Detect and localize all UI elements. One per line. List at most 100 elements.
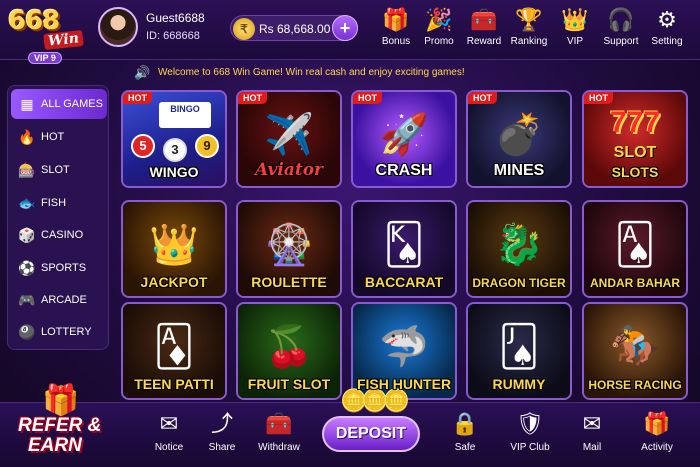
deposit-label: DEPOSIT xyxy=(322,416,420,452)
bomb-icon: 💣 xyxy=(494,113,544,157)
vip-level-badge: VIP 9 xyxy=(28,52,62,64)
playing-cards-icon: 🂫 xyxy=(498,325,540,369)
sidebar-item-label: ALL GAMES xyxy=(41,98,103,110)
headset-icon: 🎧 xyxy=(607,7,635,32)
game-tile-aviator[interactable]: HOT ✈️ Aviator xyxy=(236,90,342,188)
brand-logo[interactable]: 668 Win VIP 9 xyxy=(6,4,86,64)
hot-badge: HOT xyxy=(468,92,497,104)
vip-shield-icon: 🛡 xyxy=(516,411,544,436)
game-title: TEEN PATTI xyxy=(134,376,214,392)
sidebar-item-label: FISH xyxy=(41,197,67,209)
sidebar-item-label: LOTTERY xyxy=(41,326,92,338)
nav-promo[interactable]: 🎉 Promo xyxy=(416,4,462,56)
lottery-ball: 3 xyxy=(163,138,187,162)
game-title: FISH HUNTER xyxy=(356,376,452,392)
fire-icon: 🔥 xyxy=(18,129,36,145)
nav-setting[interactable]: ⚙ Setting xyxy=(644,4,690,56)
refer-and-earn-button[interactable]: 🎁 REFER & EARN xyxy=(8,383,126,463)
nav-reward-label: Reward xyxy=(466,36,502,47)
game-tile-dragon-tiger[interactable]: 🐉 DRAGON TIGER xyxy=(466,200,572,298)
bottom-nav-label: VIP Club xyxy=(510,442,550,453)
bottom-nav-share[interactable]: ⤴ Share xyxy=(197,410,247,462)
sidebar-item-sports[interactable]: ⚽ SPORTS xyxy=(11,253,107,283)
bottom-nav-notice[interactable]: ✉ Notice xyxy=(144,410,194,462)
bottom-nav-label: Notice xyxy=(154,442,184,453)
game-tile-jackpot[interactable]: 👑 JACKPOT xyxy=(121,200,227,298)
game-tile-fish-hunter[interactable]: 🦈 FISH HUNTER xyxy=(351,302,457,400)
bottom-nav-mail[interactable]: ✉ Mail xyxy=(567,410,617,462)
sidebar-item-hot[interactable]: 🔥 HOT xyxy=(11,122,107,152)
nav-setting-label: Setting xyxy=(651,36,683,47)
wallet-balance: ₹ Rs 68,668.00 + xyxy=(230,15,358,41)
crown-icon: 👑 xyxy=(149,223,199,267)
bottom-nav-label: Activity xyxy=(641,442,673,453)
game-tile-crash[interactable]: HOT 🚀 CRASH xyxy=(351,90,457,188)
game-title: ROULETTE xyxy=(251,274,327,290)
nav-promo-label: Promo xyxy=(424,36,454,47)
game-tile-fruit-slot[interactable]: 🍒 FRUIT SLOT xyxy=(236,302,342,400)
cherry-icon: 🍒 xyxy=(264,325,314,369)
treasure-chest-icon: 🧰 xyxy=(265,411,293,436)
game-title: RUMMY xyxy=(492,376,546,392)
bottom-nav-label: Withdraw xyxy=(258,442,300,453)
nav-ranking-label: Ranking xyxy=(510,36,548,47)
playing-cards-icon: 🃁 xyxy=(153,325,195,369)
roulette-wheel-icon: 🎡 xyxy=(264,223,314,267)
game-title: Aviator xyxy=(255,160,323,180)
sidebar-item-all-games[interactable]: ▦ ALL GAMES xyxy=(11,89,107,119)
game-tile-wingo[interactable]: HOT BINGO 5 3 9 WINGO xyxy=(121,90,227,188)
top-header: 668 Win VIP 9 Guest6688 ID: 668668 ₹ Rs … xyxy=(0,0,700,64)
game-tile-teen-patti[interactable]: 🃁 TEEN PATTI xyxy=(121,302,227,400)
game-tile-rummy[interactable]: 🂫 RUMMY xyxy=(466,302,572,400)
refer-line1: REFER & xyxy=(18,415,102,436)
bottom-nav-safe[interactable]: 🔒 Safe xyxy=(440,410,490,462)
mail-icon: ✉ xyxy=(582,411,602,436)
sidebar-item-slot[interactable]: 🎰 SLOT xyxy=(11,155,107,185)
playing-cards-icon: 🂮 xyxy=(383,223,425,267)
airplane-icon: ✈️ xyxy=(264,113,314,157)
game-title: BACCARAT xyxy=(364,274,444,290)
nav-support[interactable]: 🎧 Support xyxy=(598,4,644,56)
balance-amount: Rs 68,668.00 xyxy=(259,22,331,36)
bottom-nav-activity[interactable]: 🎁 Activity xyxy=(632,410,682,462)
bottom-nav-vip-club[interactable]: 🛡 VIP Club xyxy=(505,410,555,462)
crown-icon: 👑 xyxy=(561,7,589,32)
bottom-nav-label: Safe xyxy=(454,442,476,453)
envelope-icon: ✉ xyxy=(159,411,179,436)
deposit-button[interactable]: 🪙🪙🪙 DEPOSIT xyxy=(322,388,420,460)
sidebar-item-lottery[interactable]: 🎱 LOTTERY xyxy=(11,317,107,347)
sidebar-item-arcade[interactable]: 🎮 ARCADE xyxy=(11,285,107,315)
game-tile-mines[interactable]: HOT 💣 MINES xyxy=(466,90,572,188)
speaker-icon: 🔊 xyxy=(134,65,151,80)
game-tile-baccarat[interactable]: 🂮 BACCARAT xyxy=(351,200,457,298)
slot-777-text: 777 xyxy=(609,106,661,139)
avatar[interactable] xyxy=(98,7,138,47)
marquee-text: Welcome to 668 Win Game! Win real cash a… xyxy=(158,67,465,78)
gift-icon: 🎁 xyxy=(382,7,410,32)
horse-racing-icon: 🏇 xyxy=(610,325,660,369)
hot-badge: HOT xyxy=(353,92,382,104)
nav-support-label: Support xyxy=(603,36,639,47)
game-tile-andar-bahar[interactable]: 🂡 ANDAR BAHAR xyxy=(582,200,688,298)
game-tile-roulette[interactable]: 🎡 ROULETTE xyxy=(236,200,342,298)
game-tile-horse-racing[interactable]: 🏇 HORSE RACING xyxy=(582,302,688,400)
nav-reward[interactable]: 🧰 Reward xyxy=(461,4,507,56)
add-funds-button[interactable]: + xyxy=(332,15,358,41)
refer-line2: EARN xyxy=(28,435,82,456)
nav-bonus[interactable]: 🎁 Bonus xyxy=(373,4,419,56)
slot-icon: 🎰 xyxy=(18,162,36,178)
nav-ranking[interactable]: 🏆 Ranking xyxy=(506,4,552,56)
gear-icon: ⚙ xyxy=(657,7,677,32)
username: Guest6688 xyxy=(146,11,205,25)
sidebar-item-casino[interactable]: 🎲 CASINO xyxy=(11,220,107,250)
chip-icon: 🎲 xyxy=(18,227,36,243)
nav-vip[interactable]: 👑 VIP xyxy=(552,4,598,56)
game-title: MINES xyxy=(493,162,545,179)
treasure-chest-icon: 🧰 xyxy=(470,7,498,32)
bottom-nav-withdraw[interactable]: 🧰 Withdraw xyxy=(254,410,304,462)
logo-word: Win xyxy=(43,30,84,50)
sidebar-item-fish[interactable]: 🐟 FISH xyxy=(11,188,107,218)
sidebar-item-label: CASINO xyxy=(41,229,84,241)
sidebar-item-label: SLOT xyxy=(41,164,70,176)
game-tile-slots[interactable]: HOT 777 SLOT SLOTS xyxy=(582,90,688,188)
